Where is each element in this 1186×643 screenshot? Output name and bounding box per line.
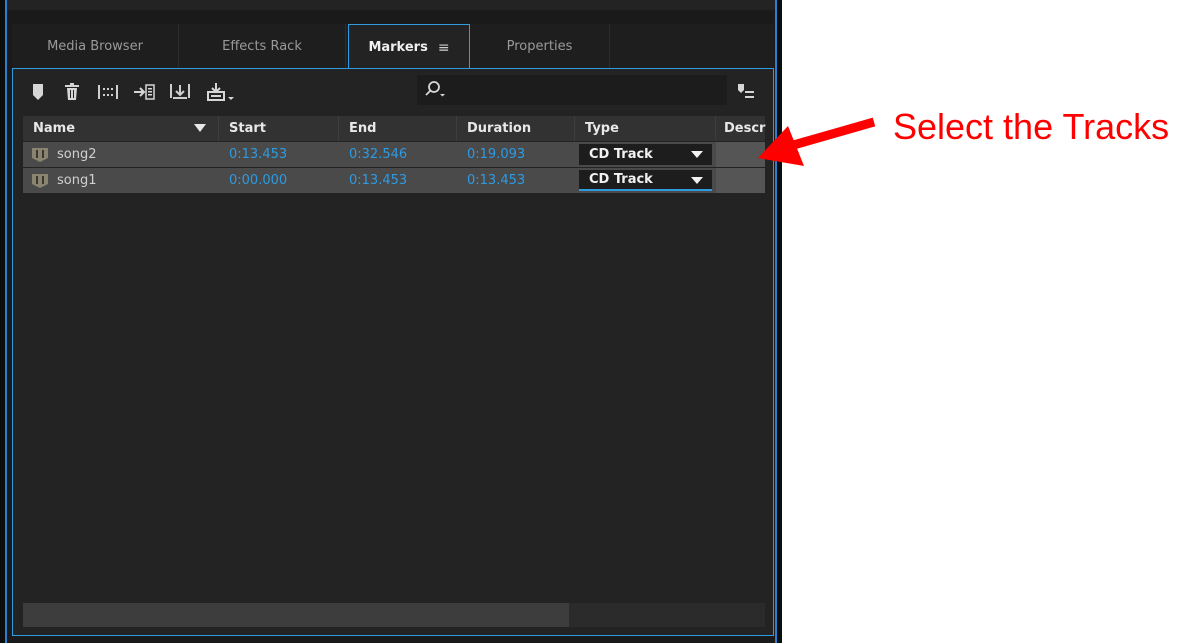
- panel-tab-bar: Media Browser Effects Rack Markers ≡ Pro…: [12, 24, 774, 70]
- top-panel-strip: [7, 0, 782, 10]
- marker-name: song1: [57, 173, 97, 188]
- column-header-type[interactable]: Type: [575, 116, 716, 141]
- table-row[interactable]: song2 0:13.453 0:32.546 0:19.093 CD Trac…: [23, 142, 765, 167]
- hamburger-menu-icon[interactable]: ≡: [438, 40, 450, 56]
- markers-table-header: Name Start End Duration Type Descr: [23, 116, 765, 141]
- insert-into-playlist-icon[interactable]: [131, 79, 157, 105]
- chevron-down-icon: [691, 151, 703, 158]
- type-dropdown-value: CD Track: [589, 147, 653, 162]
- type-dropdown-value: CD Track: [589, 172, 653, 187]
- tab-label: Media Browser: [47, 38, 143, 54]
- search-icon[interactable]: [423, 79, 449, 101]
- tab-label: Markers: [368, 40, 428, 55]
- name-cell: song1: [23, 168, 219, 193]
- tab-media-browser[interactable]: Media Browser: [12, 24, 179, 68]
- markers-panel: Name Start End Duration Type Descr song2…: [12, 68, 774, 636]
- marker-name: song2: [57, 147, 97, 162]
- cd-track-marker-icon: [32, 147, 48, 162]
- column-label: Duration: [467, 121, 532, 136]
- type-dropdown[interactable]: CD Track: [579, 144, 712, 165]
- column-header-name[interactable]: Name: [23, 116, 219, 141]
- cd-track-marker-icon: [32, 173, 48, 188]
- column-header-start[interactable]: Start: [219, 116, 339, 141]
- tab-properties[interactable]: Properties: [470, 24, 610, 68]
- annotation-text: Select the Tracks: [893, 106, 1170, 147]
- sort-down-icon[interactable]: [194, 124, 206, 132]
- marker-list-options-icon[interactable]: [729, 79, 763, 105]
- start-cell: 0:00.000: [229, 173, 288, 188]
- merge-markers-icon[interactable]: [95, 79, 121, 105]
- delete-marker-icon[interactable]: [59, 79, 85, 105]
- table-row[interactable]: song1 0:00.000 0:13.453 0:13.453 CD Trac…: [23, 168, 765, 193]
- tab-effects-rack[interactable]: Effects Rack: [179, 24, 346, 68]
- column-label: Start: [229, 121, 266, 136]
- duration-cell: 0:13.453: [467, 173, 526, 188]
- search-box[interactable]: [417, 75, 727, 105]
- start-cell: 0:13.453: [229, 147, 288, 162]
- end-cell: 0:13.453: [349, 173, 408, 188]
- column-label: Name: [33, 121, 76, 136]
- search-input[interactable]: [453, 79, 713, 101]
- add-marker-icon[interactable]: [25, 79, 51, 105]
- tab-label: Properties: [506, 38, 573, 54]
- end-cell: 0:32.546: [349, 147, 408, 162]
- tab-label: Effects Rack: [222, 38, 302, 54]
- name-cell: song2: [23, 142, 219, 167]
- column-label: End: [349, 121, 377, 136]
- type-dropdown[interactable]: CD Track: [579, 170, 712, 191]
- column-header-end[interactable]: End: [339, 116, 457, 141]
- tab-markers[interactable]: Markers ≡: [348, 24, 470, 70]
- column-label: Type: [585, 121, 619, 136]
- scrollbar-thumb[interactable]: [23, 603, 569, 627]
- horizontal-scrollbar[interactable]: [23, 603, 765, 627]
- export-selection-icon[interactable]: [167, 79, 193, 105]
- red-arrow-icon: [758, 117, 876, 166]
- duration-cell: 0:19.093: [467, 147, 526, 162]
- right-panel-edge: [775, 0, 782, 643]
- app-frame: Media Browser Effects Rack Markers ≡ Pro…: [0, 0, 782, 643]
- markers-list-empty-area[interactable]: [23, 194, 765, 601]
- export-icon[interactable]: [203, 79, 239, 105]
- markers-toolbar: [13, 69, 773, 115]
- left-panel-edge: [0, 0, 7, 643]
- column-header-duration[interactable]: Duration: [457, 116, 575, 141]
- chevron-down-icon: [691, 177, 703, 184]
